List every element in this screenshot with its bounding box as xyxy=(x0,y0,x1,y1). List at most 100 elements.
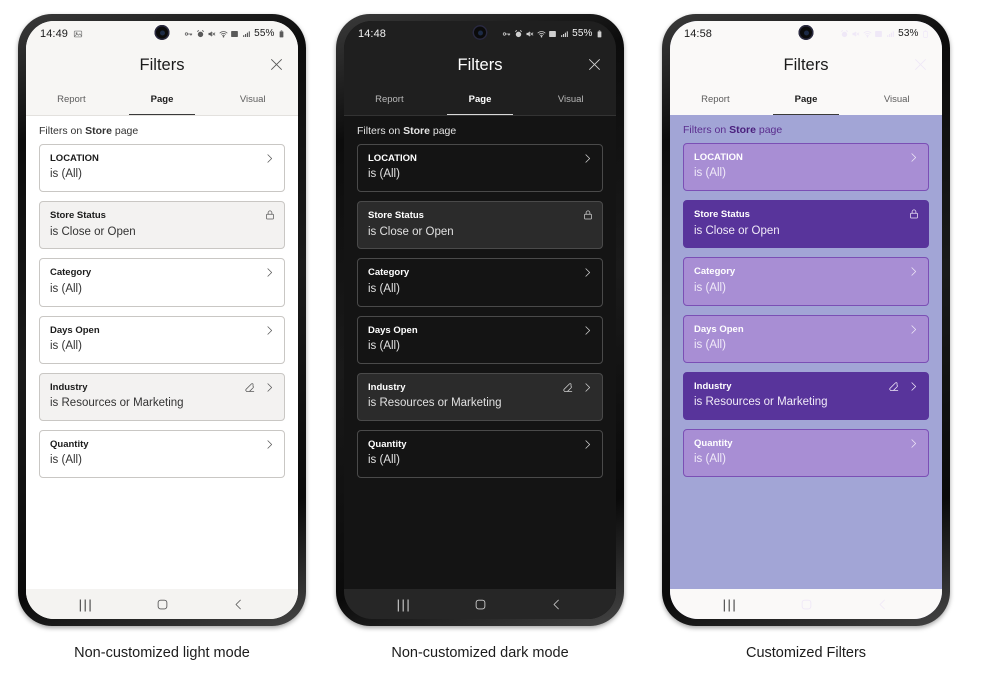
filter-card[interactable]: Quantity is (All) xyxy=(683,428,929,478)
filter-card-title: Days Open xyxy=(368,324,418,336)
clear-filter-icon[interactable] xyxy=(243,381,256,394)
filter-card-title: Days Open xyxy=(50,324,100,336)
status-time: 14:48 xyxy=(358,28,387,40)
status-battery-lock-icon xyxy=(277,29,286,38)
recents-button[interactable]: ||| xyxy=(389,598,419,611)
filter-card-title: Category xyxy=(368,267,410,279)
back-icon[interactable] xyxy=(867,597,897,612)
filter-card[interactable]: Category is (All) xyxy=(683,257,929,306)
status-battery-lock-icon xyxy=(595,29,604,38)
filter-card-title: LOCATION xyxy=(694,152,743,163)
lock-icon[interactable] xyxy=(582,209,594,221)
tab-page[interactable]: Page xyxy=(117,83,208,115)
chevron-right-icon[interactable] xyxy=(581,324,594,337)
clear-filter-icon[interactable] xyxy=(561,381,574,394)
tab-report[interactable]: Report xyxy=(26,83,117,115)
tab-visual[interactable]: Visual xyxy=(207,83,298,115)
filter-card-title: LOCATION xyxy=(368,153,417,164)
chevron-right-icon[interactable] xyxy=(581,152,594,165)
status-icons: 55% xyxy=(502,29,604,39)
chevron-right-icon[interactable] xyxy=(263,324,276,337)
recents-button[interactable]: ||| xyxy=(715,598,745,611)
tab-report[interactable]: Report xyxy=(670,83,761,115)
filter-card[interactable]: Days Open is (All) xyxy=(683,314,929,363)
lock-icon[interactable] xyxy=(264,209,276,221)
close-icon[interactable] xyxy=(268,56,286,74)
chevron-right-icon[interactable] xyxy=(581,381,594,394)
chevron-right-icon[interactable] xyxy=(263,266,276,279)
filter-card[interactable]: Days Open is (All) xyxy=(39,315,285,364)
tab-label: Visual xyxy=(883,93,910,105)
chevron-right-icon[interactable] xyxy=(907,380,920,393)
filter-card[interactable]: Store Status is Close or Open xyxy=(683,200,929,249)
home-icon[interactable] xyxy=(147,597,177,612)
filter-card-value: is (All) xyxy=(368,282,400,295)
filter-card[interactable]: Store Status is Close or Open xyxy=(39,201,285,250)
filter-card-title: Quantity xyxy=(368,438,407,450)
chevron-right-icon[interactable] xyxy=(263,152,276,165)
statusbar-signal-icon xyxy=(886,29,895,38)
chevron-right-icon[interactable] xyxy=(263,438,276,451)
statusbar-vpn-key-icon xyxy=(502,29,511,38)
tab-page[interactable]: Page xyxy=(761,83,852,115)
filter-card-value: is Resources or Marketing xyxy=(368,397,502,410)
filter-card-value: is (All) xyxy=(368,168,400,181)
status-icons: 53% xyxy=(840,29,930,39)
statusbar-wifi-icon xyxy=(863,29,872,38)
filter-card[interactable]: LOCATION is (All) xyxy=(39,144,285,193)
recents-button[interactable]: ||| xyxy=(71,598,101,611)
chevron-right-icon[interactable] xyxy=(263,381,276,394)
filter-card-title: Category xyxy=(50,267,92,279)
filter-card-value: is (All) xyxy=(50,339,82,352)
filter-card[interactable]: Industry is Resources or Marketing xyxy=(683,371,929,420)
back-icon[interactable] xyxy=(541,597,571,612)
tab-page[interactable]: Page xyxy=(435,83,526,115)
filter-card[interactable]: Industry is Resources or Marketing xyxy=(357,372,603,421)
filter-card[interactable]: Industry is Resources or Marketing xyxy=(39,372,285,421)
filters-on-label: Filters on Store page xyxy=(344,116,616,144)
android-nav-bar: ||| xyxy=(344,589,616,619)
home-icon[interactable] xyxy=(465,597,495,612)
filter-card[interactable]: Quantity is (All) xyxy=(357,429,603,479)
statusbar-alarm-icon xyxy=(514,29,523,38)
page-title: Filters xyxy=(457,55,503,74)
filter-card[interactable]: LOCATION is (All) xyxy=(683,143,929,192)
filter-card-title: Category xyxy=(694,266,736,278)
clear-filter-icon[interactable] xyxy=(887,380,900,393)
tab-visual[interactable]: Visual xyxy=(525,83,616,115)
filter-card-list: LOCATION is (All) Store Status is Close or … xyxy=(26,144,298,479)
screenshot-stage: 14:49 55% Filters Report Page Visual Filters o… xyxy=(0,0,982,676)
panel-caption: Customized Filters xyxy=(745,645,867,661)
filter-card[interactable]: LOCATION is (All) xyxy=(357,144,603,193)
lock-icon[interactable] xyxy=(908,208,920,220)
filter-card[interactable]: Days Open is (All) xyxy=(357,315,603,364)
chevron-right-icon[interactable] xyxy=(581,438,594,451)
chevron-right-icon[interactable] xyxy=(907,323,920,336)
filter-card[interactable]: Category is (All) xyxy=(357,258,603,307)
home-icon[interactable] xyxy=(791,597,821,612)
statusbar-alarm-icon xyxy=(196,29,205,38)
filter-card[interactable]: Store Status is Close or Open xyxy=(357,201,603,250)
tab-label: Report xyxy=(701,93,730,105)
filter-card[interactable]: Quantity is (All) xyxy=(39,429,285,479)
filter-card-value: is Close or Open xyxy=(694,224,780,237)
filter-card-title: Industry xyxy=(50,381,88,393)
filters-on-suffix: page xyxy=(111,125,139,137)
close-icon[interactable] xyxy=(586,56,604,74)
chevron-right-icon[interactable] xyxy=(581,266,594,279)
chevron-right-icon[interactable] xyxy=(907,437,920,450)
filter-card-value: is (All) xyxy=(368,339,400,352)
chevron-right-icon[interactable] xyxy=(907,265,920,278)
filter-card-icons xyxy=(907,323,920,336)
filter-card-title: Quantity xyxy=(694,437,733,449)
filter-card-icons xyxy=(263,438,276,451)
back-icon[interactable] xyxy=(223,597,253,612)
filter-card[interactable]: Category is (All) xyxy=(39,258,285,307)
android-nav-bar: ||| xyxy=(670,589,942,619)
chevron-right-icon[interactable] xyxy=(907,151,920,164)
filter-card-icons xyxy=(582,209,594,221)
statusbar-mute-icon xyxy=(525,29,534,38)
close-icon[interactable] xyxy=(912,56,930,74)
tab-visual[interactable]: Visual xyxy=(851,83,942,115)
tab-report[interactable]: Report xyxy=(344,83,435,115)
